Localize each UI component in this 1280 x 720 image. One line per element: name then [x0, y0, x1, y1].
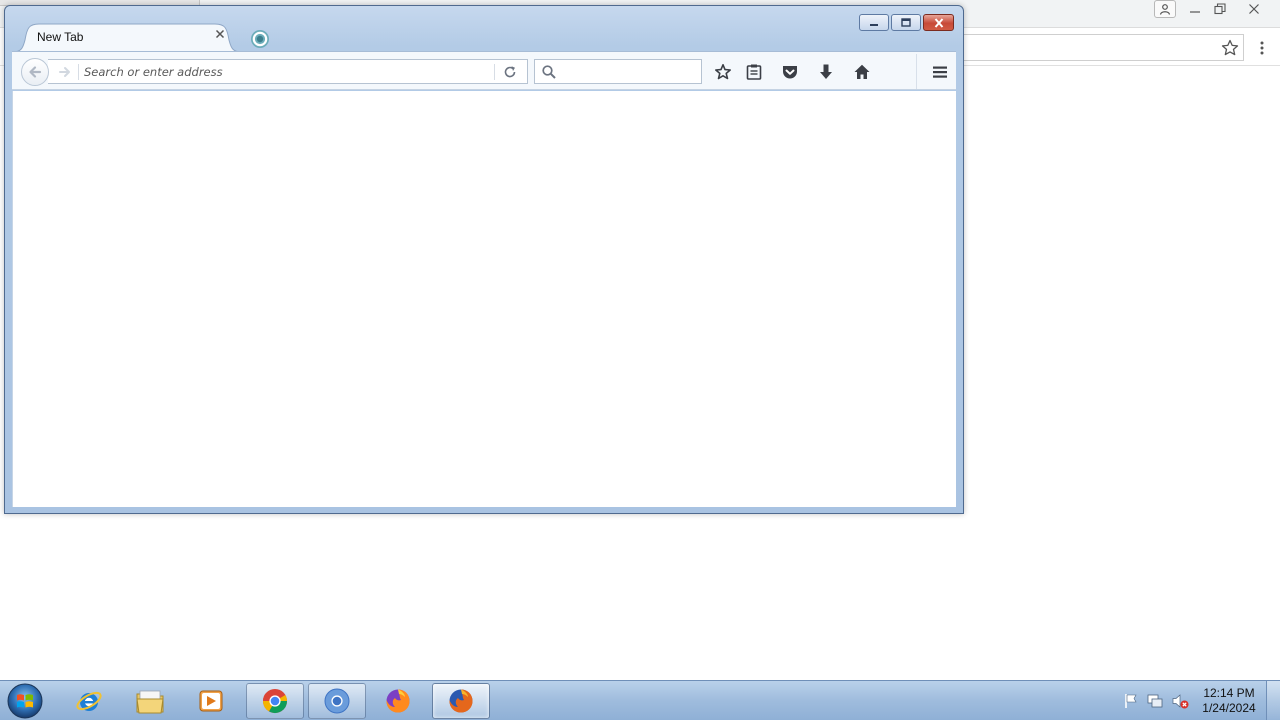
close-icon: [1249, 4, 1259, 14]
new-tab-icon: [251, 30, 269, 48]
action-center-flag-icon[interactable]: [1122, 692, 1140, 710]
reading-list-button[interactable]: [744, 62, 764, 82]
minimize-icon: [1190, 11, 1200, 13]
search-input[interactable]: [561, 63, 697, 81]
person-icon: [1159, 4, 1171, 15]
home-button[interactable]: [852, 62, 872, 82]
back-arrow-icon: [29, 66, 42, 78]
close-icon: [215, 29, 225, 39]
reload-divider: [494, 64, 495, 80]
start-button[interactable]: [6, 682, 44, 720]
url-bar-divider: [78, 64, 79, 80]
clock-time: 12:14 PM: [1203, 686, 1255, 700]
taskbar-firefox[interactable]: [369, 683, 427, 719]
bookmark-button[interactable]: [713, 62, 733, 82]
taskbar-internet-explorer[interactable]: [60, 683, 118, 719]
open-menu-button[interactable]: [930, 62, 950, 82]
profile-button[interactable]: [1154, 0, 1176, 18]
home-icon: [854, 64, 870, 79]
close-icon: [934, 17, 943, 28]
forward-button[interactable]: [58, 65, 72, 79]
volume-muted-icon[interactable]: [1171, 692, 1189, 710]
address-input[interactable]: [84, 63, 484, 81]
clock-date: 1/24/2024: [1202, 701, 1256, 715]
chromium-icon: [324, 688, 350, 714]
internet-explorer-icon: [76, 691, 102, 711]
forward-arrow-icon: [59, 67, 70, 77]
firefox-icon: [386, 689, 410, 713]
downloads-button[interactable]: [816, 62, 836, 82]
reading-list-icon: [746, 64, 762, 80]
navigation-toolbar: [12, 51, 956, 90]
show-desktop-button[interactable]: [1266, 681, 1280, 720]
minimize-button[interactable]: [859, 14, 889, 31]
media-player-icon: [199, 690, 223, 712]
bookmark-star-icon[interactable]: [1220, 38, 1240, 58]
taskbar-chromium[interactable]: [308, 683, 366, 719]
restore-icon: [901, 17, 911, 27]
reload-button[interactable]: [502, 64, 518, 80]
tab-title: New Tab: [37, 30, 84, 44]
firefox-active-icon: [449, 689, 473, 713]
tab-new-tab[interactable]: New Tab: [13, 22, 241, 52]
taskbar: 12:14 PM 1/24/2024: [0, 680, 1280, 720]
background-restore-button[interactable]: [1209, 0, 1231, 18]
windows-start-icon: [7, 683, 43, 719]
pocket-button[interactable]: [780, 62, 800, 82]
taskbar-media-player[interactable]: [182, 683, 240, 719]
file-explorer-icon: [136, 690, 164, 714]
minimize-icon: [870, 23, 878, 26]
firefox-window: New Tab: [4, 5, 964, 514]
back-button[interactable]: [21, 58, 49, 86]
background-minimize-button[interactable]: [1184, 0, 1206, 18]
new-tab-button[interactable]: [249, 28, 271, 50]
chrome-menu-icon[interactable]: [1254, 38, 1270, 58]
system-clock[interactable]: 12:14 PM 1/24/2024: [1196, 686, 1262, 716]
tab-close-button[interactable]: [215, 29, 229, 43]
background-omnibox[interactable]: [960, 34, 1244, 61]
search-icon: [542, 65, 556, 79]
taskbar-firefox-active[interactable]: [432, 683, 490, 719]
background-close-button[interactable]: [1243, 0, 1265, 18]
reload-icon: [504, 66, 516, 78]
taskbar-file-explorer[interactable]: [121, 683, 179, 719]
pocket-icon: [783, 66, 797, 79]
window-controls: [859, 14, 954, 31]
chrome-icon: [262, 689, 287, 714]
network-icon[interactable]: [1146, 692, 1164, 710]
search-bar[interactable]: [534, 59, 702, 84]
restore-icon: [1214, 3, 1226, 15]
download-icon: [820, 64, 832, 79]
hamburger-menu-icon: [933, 66, 947, 78]
page-content-area[interactable]: [12, 91, 956, 507]
star-icon: [715, 64, 731, 80]
restore-button[interactable]: [891, 14, 921, 31]
close-button[interactable]: [923, 14, 954, 31]
taskbar-chrome[interactable]: [246, 683, 304, 719]
toolbar-divider: [916, 54, 917, 89]
